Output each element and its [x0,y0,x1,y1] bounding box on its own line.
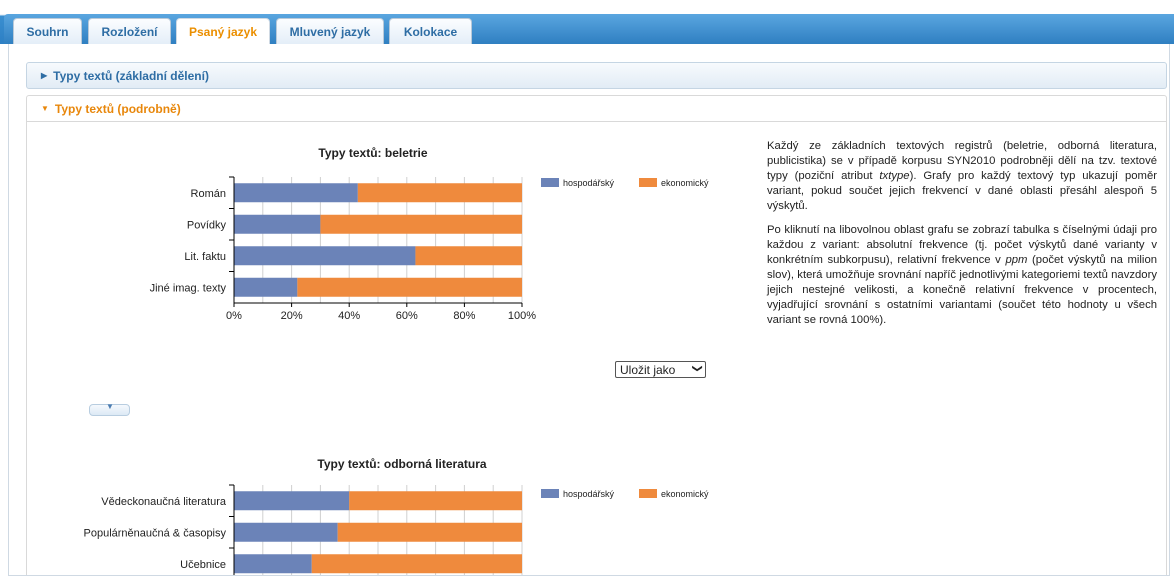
legend-swatch-1 [639,178,657,187]
bar-ekonomicky [337,522,522,542]
bar-hospodarsky [234,246,416,266]
bar-hospodarsky [234,214,321,234]
legend-swatch-0 [541,489,559,498]
x-tick-label: 40% [338,310,360,322]
caret-right-icon: ▶ [41,71,48,80]
category-label: Lit. faktu [184,251,226,263]
category-label: Povídky [187,219,227,231]
save-as-label: Uložit jako [620,362,676,377]
tab-psany-jazyk[interactable]: Psaný jazyk [176,18,270,45]
bar-hospodarsky [234,491,350,511]
bar-hospodarsky [234,277,298,297]
chart-odborna-literatura[interactable]: Typy textů: odborná literatura Vědeckonau… [40,448,730,575]
legend-label: ekonomický [661,489,709,499]
chart-beletrie[interactable]: Typy textů: beletrie Román Povídky Lit. fak… [40,136,730,356]
bar-hospodarsky [234,522,338,542]
category-label: Vědeckonaučná literatura [101,496,227,508]
tab-mluveny-jazyk[interactable]: Mluvený jazyk [276,18,384,44]
description: Každý ze základních textových registrů (… [767,139,1157,337]
bar-ekonomicky [320,214,522,234]
x-tick-label: 80% [453,310,475,322]
category-label: Román [191,188,226,200]
chart-title: Typy textů: odborná literatura [317,457,486,471]
description-paragraph-1: Každý ze základních textových registrů (… [767,140,1157,212]
legend-label: hospodářský [563,489,615,499]
save-as-select[interactable]: Uložit jako ❯ [615,361,706,378]
accordion-basic-header[interactable]: ▶ Typy textů (základní dělení) [26,62,1167,89]
chevron-down-icon: ❯ [691,364,703,373]
bar-hospodarsky [234,183,358,203]
bar-ekonomicky [311,554,522,574]
bar-hospodarsky [234,554,312,574]
tab-kolokace[interactable]: Kolokace [389,18,472,44]
bar-ekonomicky [297,277,522,297]
bar-ekonomicky [349,491,522,511]
x-tick-label: 0% [226,310,242,322]
category-label: Učebnice [180,559,226,571]
x-tick-label: 100% [508,310,536,322]
accordion-basic-label: Typy textů (základní dělení) [53,68,209,83]
caret-down-icon: ▼ [41,104,49,113]
legend-swatch-0 [541,178,559,187]
bar-ekonomicky [415,246,522,266]
category-label: Jiné imag. texty [150,282,227,294]
legend-swatch-1 [639,489,657,498]
expand-toggle-button[interactable]: ▼ [89,402,130,416]
accordion-detail-header[interactable]: ▼ Typy textů (podrobně) [26,95,1167,122]
legend-label: ekonomický [661,178,709,188]
caret-down-icon: ▼ [106,402,114,411]
description-paragraph-2: Po kliknutí na libovolnou oblast grafu s… [767,224,1158,326]
x-tick-label: 20% [281,310,303,322]
legend-label: hospodářský [563,178,615,188]
tab-rozlozeni[interactable]: Rozložení [88,18,171,44]
tab-souhrn[interactable]: Souhrn [13,18,82,44]
chart-title: Typy textů: beletrie [318,146,427,160]
category-label: Populárněnaučná & časopisy [84,527,227,539]
x-tick-label: 60% [396,310,418,322]
bar-ekonomicky [357,183,522,203]
accordion-detail-label: Typy textů (podrobně) [54,101,181,116]
